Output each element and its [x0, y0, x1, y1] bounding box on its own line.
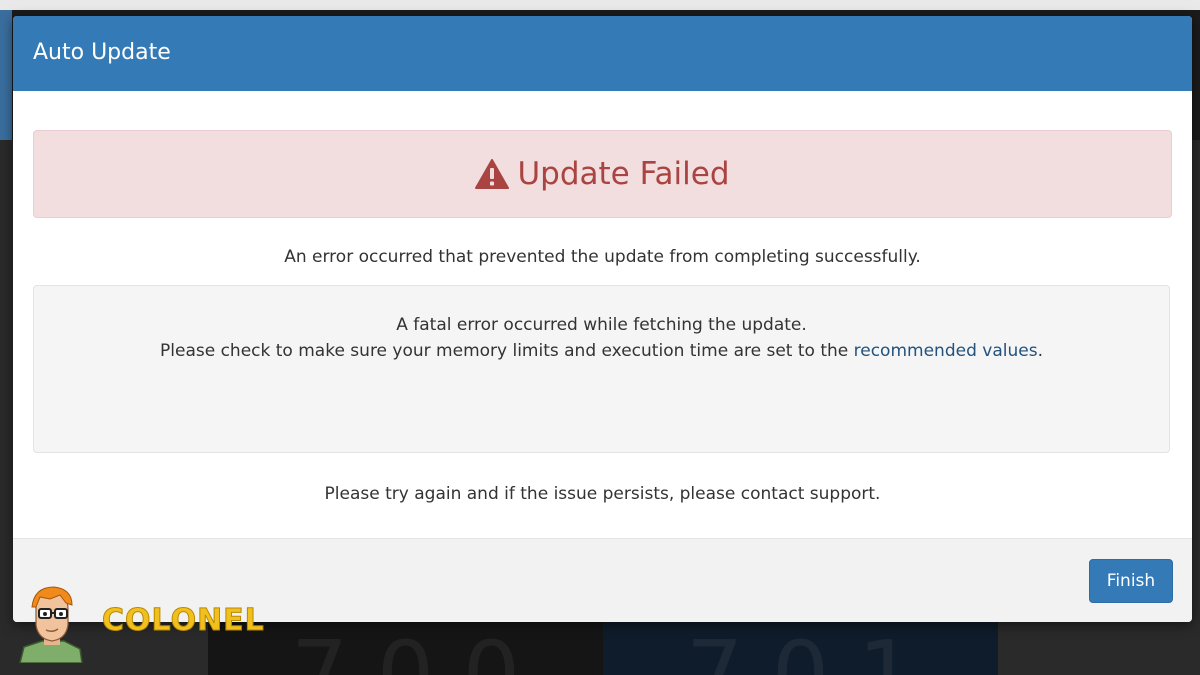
error-details-line-1: A fatal error occurred while fetching th… [396, 315, 807, 335]
error-details-line-2-end: . [1037, 341, 1043, 361]
colonel-mascot-icon [19, 586, 83, 663]
background-topbar [0, 0, 1200, 10]
recommended-values-link[interactable]: recommended values [854, 341, 1038, 361]
alert-heading-text: Update Failed [517, 156, 730, 192]
modal-header: Auto Update [13, 16, 1192, 91]
colonel-logo-text: COLONEL [102, 603, 265, 639]
error-summary-text: An error occurred that prevented the upd… [284, 247, 921, 267]
finish-button[interactable]: Finish [1089, 559, 1173, 603]
contact-support-text: Please try again and if the issue persis… [324, 484, 881, 504]
auto-update-modal: Auto Update Update Failed An error occur… [13, 16, 1192, 622]
error-details-well: A fatal error occurred while fetching th… [33, 285, 1170, 453]
colonel-logo: COLONEL [14, 585, 294, 663]
background-panel [0, 10, 12, 140]
alert-heading: Update Failed [475, 156, 730, 192]
error-details-line-2-text: Please check to make sure your memory li… [160, 341, 854, 361]
warning-triangle-icon [475, 159, 510, 189]
error-details-line-2: Please check to make sure your memory li… [34, 338, 1169, 364]
modal-title: Auto Update [33, 40, 171, 65]
update-failed-alert: Update Failed [33, 130, 1172, 218]
